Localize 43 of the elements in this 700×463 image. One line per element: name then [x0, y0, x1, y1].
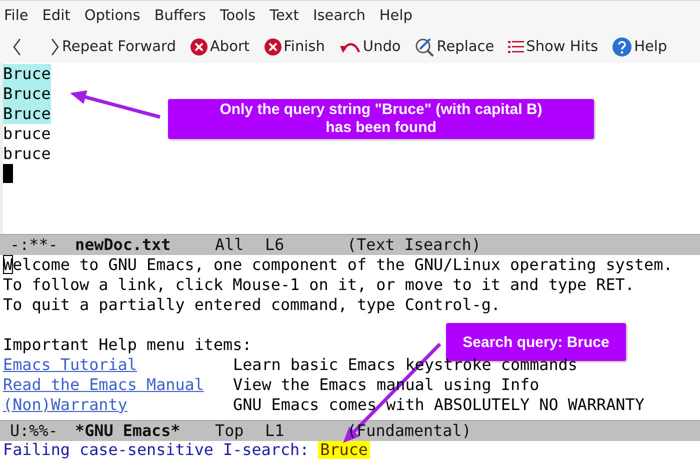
search-prompt: Failing case-sensitive I-search:	[3, 441, 310, 459]
close-circle-icon	[190, 38, 208, 56]
mode-line-status: U:%%-	[10, 421, 59, 441]
left-chevron-icon	[12, 36, 22, 56]
menu-item[interactable]: Isearch	[312, 8, 366, 24]
mode-line-status: -:**-	[10, 235, 59, 255]
buffer-line: bruce	[3, 124, 51, 144]
search-query: Bruce	[318, 441, 370, 459]
close-circle-icon	[264, 38, 282, 56]
menu-item[interactable]: Help	[379, 8, 412, 24]
toolbar-button[interactable]: Replace	[410, 32, 500, 60]
help-link[interactable]: Emacs Tutorial	[3, 355, 233, 375]
help-link[interactable]: (Non)Warranty	[3, 395, 233, 415]
mode-line-line: L6	[265, 235, 286, 255]
buffer-name: newDoc.txt	[75, 235, 172, 255]
toolbar-button[interactable]: Abort	[186, 32, 256, 60]
mode-line-line: L1	[265, 421, 286, 441]
buffer-line: To follow a link, click Mouse-1 on it, or move to it and type RET.	[3, 275, 634, 295]
buffer-name: *GNU Emacs*	[75, 421, 182, 441]
menu-item[interactable]: File	[4, 8, 28, 24]
menu-item[interactable]: Options	[84, 8, 140, 24]
right-chevron-icon	[50, 36, 60, 56]
help-icon	[612, 36, 632, 56]
list-icon	[508, 40, 524, 54]
annotation-callout: Only the query string "Bruce" (with capital B) has been found	[168, 99, 594, 139]
mode-line-mode: (Text Isearch)	[347, 235, 481, 255]
buffer-line: To quit a partially entered command, type Control-g.	[3, 295, 500, 315]
toolbar-button[interactable]: Show Hits	[504, 32, 604, 60]
magnifier-pencil-icon	[414, 36, 435, 56]
toolbar-button[interactable]: Help	[608, 32, 674, 60]
buffer-line: Important Help menu items:	[3, 335, 252, 355]
toolbar-button[interactable]: Finish	[260, 32, 331, 60]
help-link[interactable]: Read the Emacs Manual	[3, 375, 233, 395]
menu-item[interactable]: Text	[270, 8, 299, 24]
toolbar-button[interactable]: Repeat Forward	[46, 32, 182, 60]
mode-line-position: All	[215, 235, 245, 255]
mode-line-position: Top	[215, 421, 245, 441]
toolbar-button[interactable]: Undo	[334, 32, 407, 60]
menu-item[interactable]: Edit	[42, 8, 70, 24]
menu-item[interactable]: Tools	[220, 8, 256, 24]
help-description: GNU Emacs comes with ABSOLUTELY NO WARRANTY	[233, 395, 644, 415]
buffer-line: bruce	[3, 144, 51, 164]
menu-item[interactable]: Buffers	[154, 8, 206, 24]
